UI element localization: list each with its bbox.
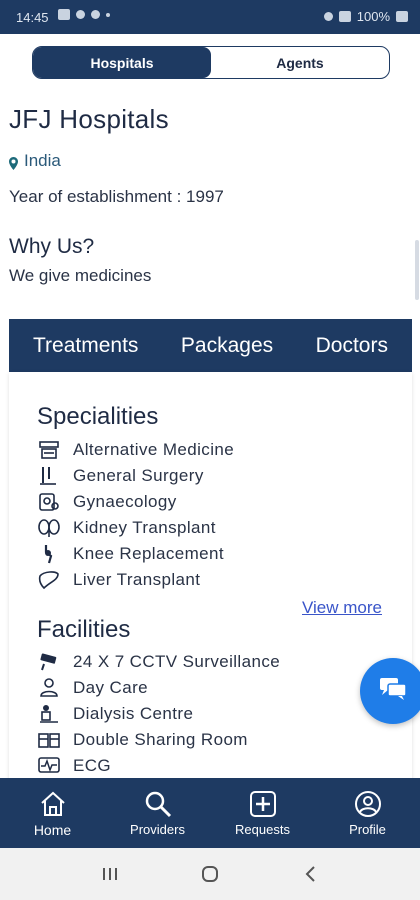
tab-hospitals[interactable]: Hospitals (33, 47, 211, 78)
why-us-heading: Why Us? (9, 235, 95, 258)
cctv-icon (37, 652, 61, 672)
status-time: 14:45 (16, 10, 49, 25)
wifi-icon (323, 12, 333, 21)
home-circle-icon (202, 866, 218, 882)
speciality-item[interactable]: Kidney Transplant (37, 518, 216, 538)
tab-agents[interactable]: Agents (211, 47, 389, 78)
specialities-heading: Specialities (37, 403, 159, 430)
nav-profile[interactable]: Profile (315, 778, 420, 848)
system-navigation-bar (0, 848, 420, 900)
battery-icon (396, 11, 408, 22)
speciality-item[interactable]: Gynaecology (37, 492, 177, 512)
home-icon (40, 791, 65, 816)
dot-icon (106, 12, 110, 17)
facility-item[interactable]: Day Care (37, 678, 148, 698)
notification-icon (58, 9, 70, 20)
liver-icon (37, 570, 61, 590)
speciality-label: Liver Transplant (73, 570, 201, 589)
hospitals-agents-toggle: Hospitals Agents (32, 46, 390, 79)
location-pin-icon (9, 155, 18, 170)
add-square-icon (249, 791, 276, 817)
status-notification-icons (58, 9, 110, 20)
nav-requests-label: Requests (235, 822, 290, 837)
chat-icon (378, 676, 408, 707)
back-icon (305, 866, 315, 882)
tab-doctors[interactable]: Doctors (316, 334, 388, 358)
chat-button[interactable] (360, 658, 420, 724)
speciality-label: Alternative Medicine (73, 440, 235, 459)
android-icon (76, 10, 85, 19)
bottom-navigation: Home Providers Requests Profile (0, 778, 420, 848)
search-icon (145, 791, 171, 818)
facility-label: Dialysis Centre (73, 704, 194, 723)
battery-text: 100% (356, 9, 390, 24)
facility-label: 24 X 7 CCTV Surveillance (73, 652, 281, 671)
view-more-link[interactable]: View more (302, 598, 382, 618)
back-button[interactable] (290, 859, 330, 889)
hospital-name: JFJ Hospitals (9, 104, 169, 134)
home-system-button[interactable] (190, 859, 230, 889)
speciality-item[interactable]: Liver Transplant (37, 570, 200, 590)
status-system-icons: 100% (323, 9, 408, 24)
nav-providers-label: Providers (130, 822, 185, 837)
recent-apps-button[interactable] (90, 859, 130, 889)
speciality-label: Knee Replacement (73, 544, 224, 563)
tab-packages[interactable]: Packages (181, 334, 273, 358)
speciality-label: General Surgery (73, 466, 204, 485)
android-icon (91, 10, 100, 19)
facility-item[interactable]: 24 X 7 CCTV Surveillance (37, 652, 280, 672)
profile-icon (354, 791, 381, 817)
nav-profile-label: Profile (349, 822, 386, 837)
medicine-icon (37, 440, 61, 460)
speciality-item[interactable]: Alternative Medicine (37, 440, 234, 460)
speciality-item[interactable]: General Surgery (37, 466, 204, 486)
establishment-year: Year of establishment : 1997 (9, 187, 224, 206)
facility-item[interactable]: Double Sharing Room (37, 730, 248, 750)
gynaecology-icon (37, 492, 61, 512)
dialysis-icon (37, 704, 61, 724)
signal-icon (338, 11, 351, 22)
knee-icon (37, 544, 61, 564)
location-text: India (24, 151, 61, 170)
facility-label: Day Care (73, 678, 149, 697)
details-tab-bar: Treatments Packages Doctors (9, 319, 412, 372)
kidney-icon (37, 518, 61, 538)
speciality-item[interactable]: Knee Replacement (37, 544, 224, 564)
nav-home-label: Home (33, 821, 72, 838)
tab-treatments[interactable]: Treatments (33, 334, 138, 358)
why-us-text: We give medicines (9, 266, 152, 285)
day-care-icon (37, 678, 61, 698)
status-bar: 14:45 100% (0, 0, 420, 34)
facility-label: ECG (73, 756, 112, 775)
nav-providers[interactable]: Providers (105, 778, 210, 848)
facility-item[interactable]: Dialysis Centre (37, 704, 193, 724)
hospital-location: India (9, 151, 61, 171)
speciality-label: Gynaecology (73, 492, 177, 511)
facility-label: Double Sharing Room (73, 730, 248, 749)
ecg-icon (37, 756, 61, 776)
scrollbar[interactable] (415, 240, 419, 300)
surgery-icon (37, 466, 61, 486)
facility-item[interactable]: ECG (37, 756, 111, 776)
nav-home[interactable]: Home (0, 778, 105, 848)
nav-requests[interactable]: Requests (210, 778, 315, 848)
room-icon (37, 730, 61, 750)
recent-apps-icon (103, 868, 117, 880)
facilities-heading: Facilities (37, 616, 131, 643)
speciality-label: Kidney Transplant (73, 518, 216, 537)
